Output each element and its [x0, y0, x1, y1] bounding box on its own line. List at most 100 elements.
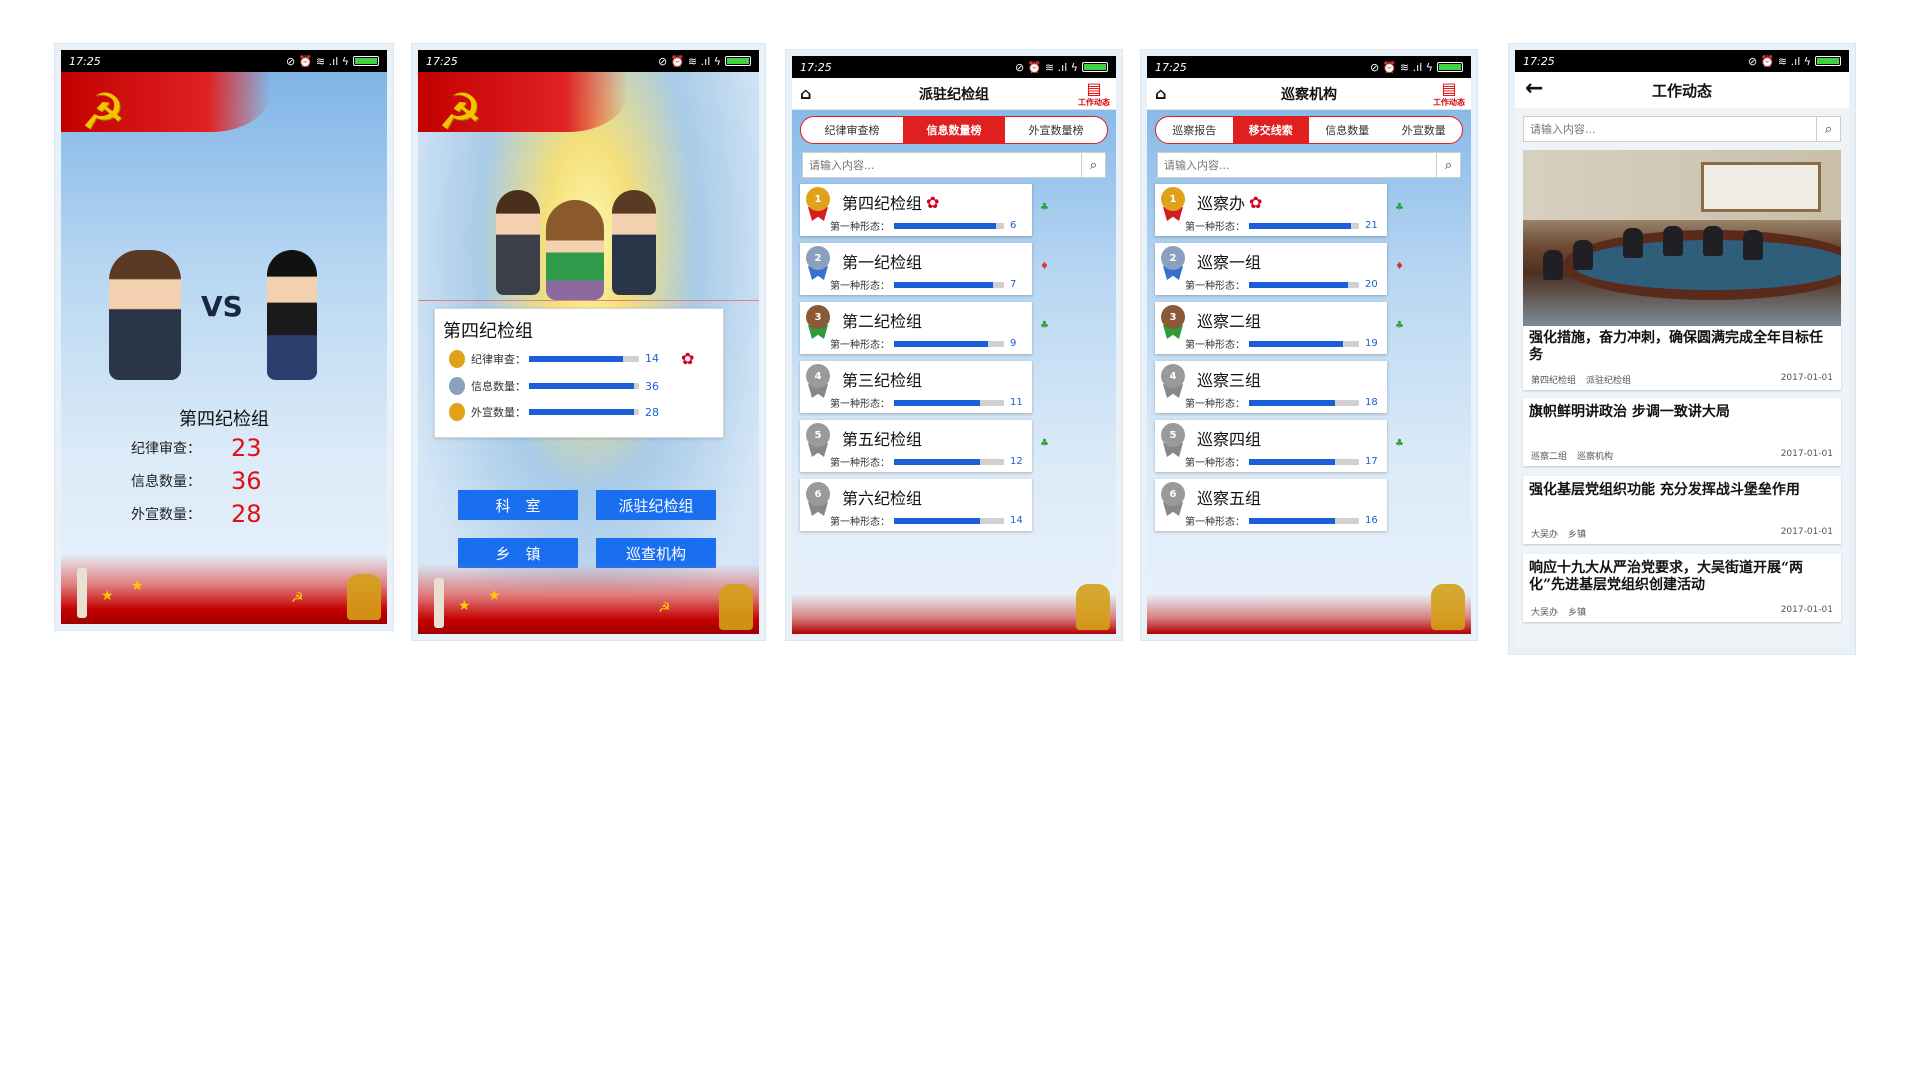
trend-down-icon: ♦ — [1395, 261, 1404, 272]
news-item[interactable]: 响应十九大从严治党要求，大吴街道开展“两化”先进基层党组织创建活动 大吴办 乡镇 … — [1523, 554, 1841, 622]
bronze-medal-icon: 3 — [1159, 305, 1187, 339]
item-value: 20 — [1365, 279, 1378, 290]
group-card: 第四纪检组 纪律审查： 14 ✿ 信息数量： 36 外宣数量： 28 — [434, 308, 724, 438]
page-header: ← 工作动态 — [1515, 72, 1849, 108]
department-button[interactable]: 科 室 — [458, 490, 578, 520]
item-name: 第一纪检组 — [842, 253, 923, 272]
rank-badge-icon: 5 — [1159, 423, 1187, 457]
work-news-button[interactable]: ▤ 工作动态 — [1431, 80, 1467, 108]
rank-badge-icon: 5 — [804, 423, 832, 457]
progress-bar — [1249, 281, 1359, 288]
rank-badge-icon: 4 — [804, 364, 832, 398]
progress-bar — [894, 222, 1004, 229]
item-value: 19 — [1365, 338, 1378, 349]
flower-icon: ✿ — [681, 349, 695, 368]
search-input[interactable] — [803, 153, 1081, 177]
status-icons: ⊘ ⏰ ≋ .ıl ϟ — [1370, 60, 1433, 74]
bottom-decoration — [1147, 584, 1471, 634]
tab-transferred-clues[interactable]: 移交线索 — [1232, 117, 1309, 143]
status-icons: ⊘ ⏰ ≋ .ıl ϟ — [1748, 54, 1811, 68]
search-icon[interactable]: ⌕ — [1436, 153, 1460, 177]
silver-medal-icon: 2 — [1159, 246, 1187, 280]
item-name: 巡察三组 — [1197, 371, 1262, 390]
work-news-button[interactable]: ▤ 工作动态 — [1076, 80, 1112, 108]
flower-icon: ✿ — [1249, 192, 1263, 212]
page-title: 工作动态 — [1651, 81, 1712, 100]
battery-icon — [353, 56, 379, 66]
item-value: 9 — [1010, 338, 1017, 349]
status-bar: 17:25 ⊘ ⏰ ≋ .ıl ϟ — [61, 50, 387, 72]
status-bar: 17:25 ⊘ ⏰ ≋ .ıl ϟ — [1515, 50, 1849, 72]
item-value: 17 — [1365, 456, 1378, 467]
item-value: 11 — [1010, 397, 1023, 408]
gold-medal-icon — [449, 403, 465, 421]
ranking-item[interactable]: 2 巡察一组 第一种形态： 20 — [1155, 243, 1387, 295]
page-header: ⌂ 派驻纪检组 ▤ 工作动态 — [792, 78, 1116, 110]
ranking-item[interactable]: 4 巡察三组 第一种形态： 18 — [1155, 361, 1387, 413]
search-input[interactable] — [1158, 153, 1436, 177]
stat-row: 纪律审查： 14 ✿ — [449, 349, 694, 368]
news-item[interactable]: 强化措施，奋力冲刺，确保圆满完成全年目标任务 第四纪检组 派驻纪检组 2017-0… — [1523, 326, 1841, 390]
ranking-item[interactable]: 2 第一纪检组 第一种形态： 7 — [800, 243, 1032, 295]
tab-publicity-count[interactable]: 外宣数量 — [1386, 117, 1463, 143]
group-name: 第四纪检组 — [443, 321, 533, 342]
ranking-item[interactable]: 6 第六纪检组 第一种形态： 14 — [800, 479, 1032, 531]
page-header: ⌂ 巡察机构 ▤ 工作动态 — [1147, 78, 1471, 110]
form-label: 第一种形态： — [830, 517, 890, 528]
form-label: 第一种形态： — [1185, 399, 1245, 410]
search-icon[interactable]: ⌕ — [1081, 153, 1105, 177]
tab-info-count[interactable]: 信息数量榜 — [903, 117, 1005, 143]
home-icon[interactable]: ⌂ — [1155, 84, 1166, 103]
item-name: 巡察办 — [1197, 194, 1246, 213]
news-item[interactable]: 旗帜鲜明讲政治 步调一致讲大局 巡察二组 巡察机构 2017-01-01 — [1523, 398, 1841, 466]
battery-icon — [1082, 62, 1108, 72]
tab-publicity-count[interactable]: 外宣数量榜 — [1005, 117, 1107, 143]
ranking-item[interactable]: 3 第二纪检组 第一种形态： 9 — [800, 302, 1032, 354]
battery-icon — [1815, 56, 1841, 66]
stationed-group-button[interactable]: 派驻纪检组 — [596, 490, 716, 520]
ranking-item[interactable]: 5 巡察四组 第一种形态： 17 — [1155, 420, 1387, 472]
item-value: 12 — [1010, 456, 1023, 467]
progress-bar — [894, 399, 1004, 406]
form-label: 第一种形态： — [830, 458, 890, 469]
stat-row: 外宣数量： 28 — [449, 403, 659, 421]
avatar-man-right — [612, 190, 656, 295]
progress-bar — [1249, 399, 1359, 406]
item-value: 21 — [1365, 220, 1378, 231]
tab-inspection-report[interactable]: 巡察报告 — [1156, 117, 1233, 143]
item-value: 14 — [1010, 515, 1023, 526]
ranking-item[interactable]: 3 巡察二组 第一种形态： 19 — [1155, 302, 1387, 354]
search-input[interactable] — [1524, 117, 1816, 141]
party-emblem-icon: ☭ — [80, 83, 126, 141]
news-item[interactable]: 强化基层党组织功能 充分发挥战斗堡垒作用 大吴办 乡镇 2017-01-01 — [1523, 476, 1841, 544]
progress-bar — [894, 517, 1004, 524]
work-news-icon: ▤ — [1086, 79, 1102, 98]
home-icon[interactable]: ⌂ — [800, 84, 811, 103]
vs-label: VS — [201, 290, 243, 323]
form-label: 第一种形态： — [830, 340, 890, 351]
bottom-decoration: ★ ★ ☭ — [418, 564, 759, 634]
progress-bar — [529, 409, 639, 415]
item-name: 第四纪检组 — [842, 194, 923, 213]
form-label: 第一种形态： — [1185, 458, 1245, 469]
item-name: 巡察二组 — [1197, 312, 1262, 331]
ranking-item[interactable]: 1 巡察办 ✿ 第一种形态： 21 — [1155, 184, 1387, 236]
ranking-item[interactable]: 1 第四纪检组 ✿ 第一种形态： 6 — [800, 184, 1032, 236]
bronze-medal-icon: 3 — [804, 305, 832, 339]
search-icon[interactable]: ⌕ — [1816, 117, 1840, 141]
screen-group-detail: 17:25 ⊘ ⏰ ≋ .ıl ϟ ☭ 第四纪检组 纪律审查： 14 ✿ 信息数… — [418, 50, 759, 634]
form-label: 第一种形态： — [830, 222, 890, 233]
bottom-decoration — [792, 584, 1116, 634]
search-bar: ⌕ — [802, 152, 1106, 178]
back-arrow-icon[interactable]: ← — [1525, 76, 1543, 101]
tab-discipline-review[interactable]: 纪律审查榜 — [801, 117, 903, 143]
form-label: 第一种形态： — [1185, 340, 1245, 351]
ranking-item[interactable]: 6 巡察五组 第一种形态： 16 — [1155, 479, 1387, 531]
ranking-item[interactable]: 4 第三纪检组 第一种形态： 11 — [800, 361, 1032, 413]
tab-info-count[interactable]: 信息数量 — [1309, 117, 1386, 143]
gold-medal-icon: 1 — [804, 187, 832, 221]
form-label: 第一种形态： — [1185, 281, 1245, 292]
ranking-item[interactable]: 5 第五纪检组 第一种形态： 12 — [800, 420, 1032, 472]
trend-up-icon: ♣ — [1040, 438, 1049, 449]
progress-bar — [1249, 222, 1359, 229]
